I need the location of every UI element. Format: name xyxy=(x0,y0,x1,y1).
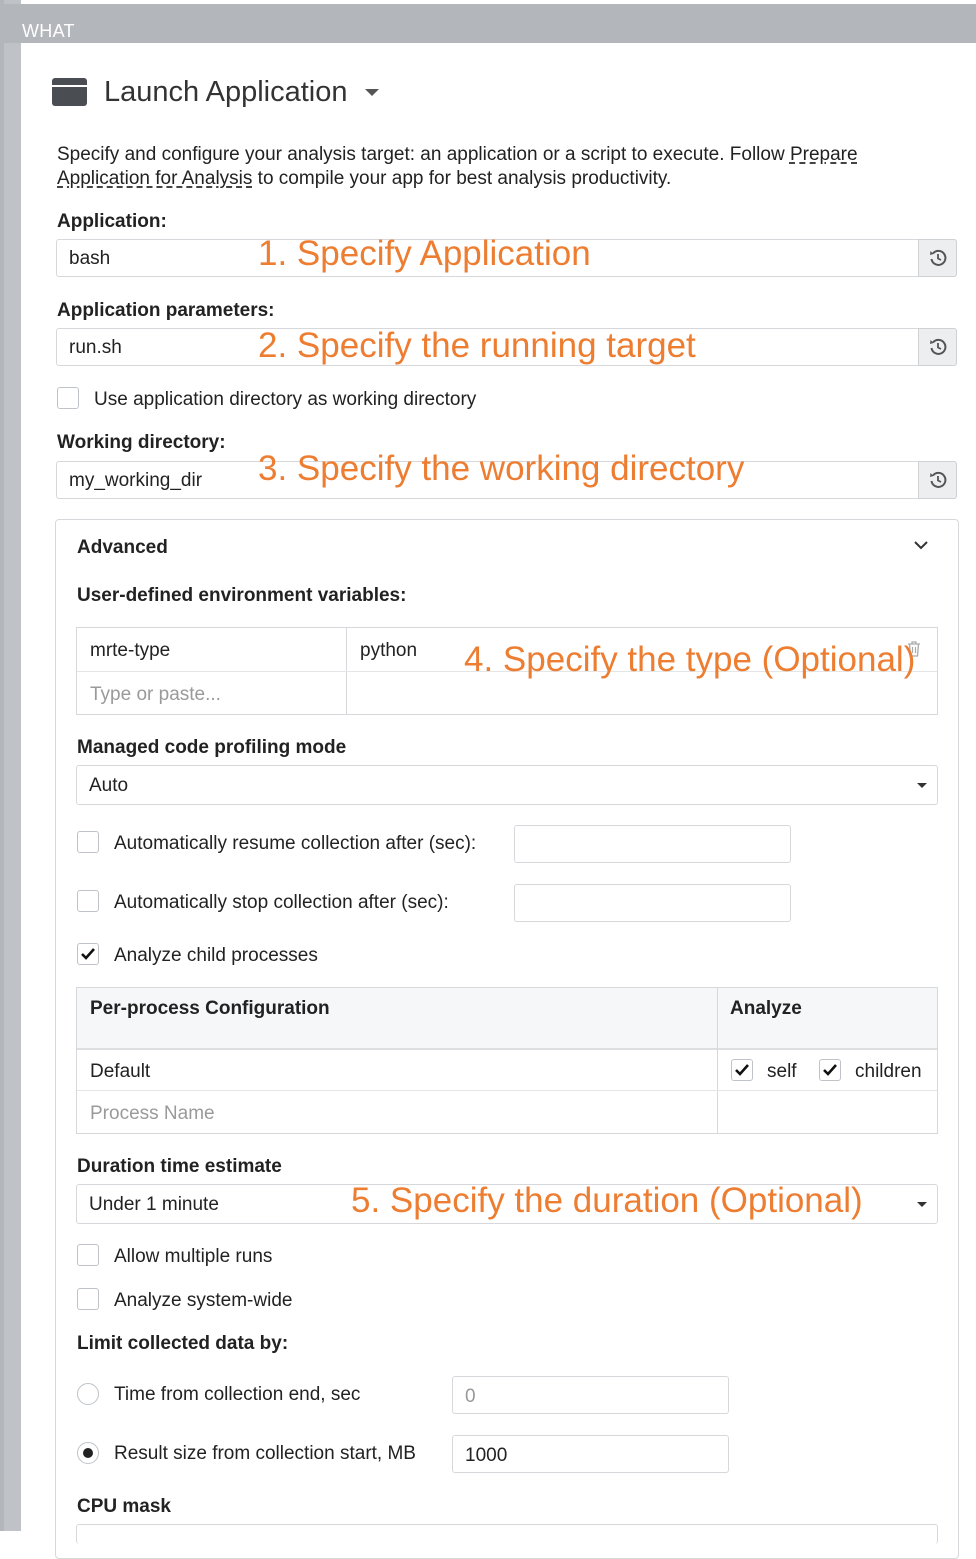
chevron-down-icon[interactable] xyxy=(365,88,380,96)
auto-resume-input[interactable] xyxy=(514,825,791,863)
allow-multiple-label: Allow multiple runs xyxy=(114,1246,273,1267)
check-icon xyxy=(735,1064,749,1076)
limit-time-input[interactable]: 0 xyxy=(452,1376,729,1414)
caret-down-icon xyxy=(917,1202,927,1207)
env-var-name[interactable]: mrte-type xyxy=(90,640,170,662)
analyze-child-checkbox[interactable] xyxy=(77,943,99,965)
self-label: self xyxy=(767,1061,797,1082)
managed-mode-label: Managed code profiling mode xyxy=(77,737,347,758)
check-icon xyxy=(823,1064,837,1076)
use-app-dir-label: Use application directory as working dir… xyxy=(94,389,477,410)
section-left-bar xyxy=(0,0,21,1531)
self-checkbox[interactable] xyxy=(731,1059,753,1081)
configuration-title[interactable]: Launch Application xyxy=(52,72,380,112)
children-label: children xyxy=(855,1061,922,1082)
process-name-input[interactable]: Process Name xyxy=(90,1103,215,1125)
chevron-down-icon[interactable] xyxy=(913,539,929,551)
section-label: WHAT xyxy=(22,21,75,41)
caret-down-icon xyxy=(917,783,927,788)
annotation-1: 1. Specify Application xyxy=(258,234,591,273)
col-header-config: Per-process Configuration xyxy=(90,998,330,1019)
app-params-label: Application parameters: xyxy=(57,300,275,321)
auto-stop-label: Automatically stop collection after (sec… xyxy=(114,892,449,913)
annotation-3: 3. Specify the working directory xyxy=(258,449,745,488)
check-icon xyxy=(81,948,95,960)
reset-application-button[interactable] xyxy=(918,239,957,277)
use-app-dir-checkbox[interactable] xyxy=(57,387,79,409)
auto-stop-input[interactable] xyxy=(514,884,791,922)
working-dir-label: Working directory: xyxy=(57,432,226,453)
history-icon xyxy=(929,249,946,266)
description: Specify and configure your analysis targ… xyxy=(57,144,858,189)
history-icon xyxy=(929,338,946,355)
env-var-new-input[interactable]: Type or paste... xyxy=(90,684,221,706)
col-header-analyze: Analyze xyxy=(730,998,802,1019)
system-wide-checkbox[interactable] xyxy=(77,1288,99,1310)
system-wide-label: Analyze system-wide xyxy=(114,1290,293,1311)
application-label: Application: xyxy=(57,211,167,232)
cpu-mask-label: CPU mask xyxy=(77,1496,171,1517)
reset-params-button[interactable] xyxy=(918,328,957,366)
limit-size-input[interactable]: 1000 xyxy=(452,1435,729,1473)
limit-label: Limit collected data by: xyxy=(77,1333,289,1354)
history-icon xyxy=(929,471,946,488)
application-window-icon xyxy=(52,78,87,106)
limit-time-radio[interactable] xyxy=(77,1383,99,1405)
annotation-5: 5. Specify the duration (Optional) xyxy=(351,1181,863,1220)
limit-size-label: Result size from collection start, MB xyxy=(114,1443,416,1464)
env-vars-label: User-defined environment variables: xyxy=(77,585,407,606)
section-header-bar xyxy=(4,4,976,43)
limit-time-label: Time from collection end, sec xyxy=(114,1384,361,1405)
advanced-title[interactable]: Advanced xyxy=(77,537,168,559)
auto-resume-checkbox[interactable] xyxy=(77,831,99,853)
limit-size-radio[interactable] xyxy=(77,1442,99,1464)
page-title: Launch Application xyxy=(104,75,348,108)
row-default-name: Default xyxy=(90,1061,151,1082)
reset-working-dir-button[interactable] xyxy=(918,461,957,499)
annotation-4: 4. Specify the type (Optional) xyxy=(464,640,916,679)
duration-label: Duration time estimate xyxy=(77,1156,282,1177)
per-process-table: Per-process Configuration Analyze Defaul… xyxy=(76,987,938,1134)
managed-mode-select[interactable]: Auto xyxy=(76,765,938,805)
children-checkbox[interactable] xyxy=(819,1059,841,1081)
analyze-child-label: Analyze child processes xyxy=(114,945,318,966)
env-var-value[interactable]: python xyxy=(360,640,417,662)
auto-stop-checkbox[interactable] xyxy=(77,890,99,912)
allow-multiple-checkbox[interactable] xyxy=(77,1244,99,1266)
cpu-mask-input[interactable] xyxy=(76,1524,938,1544)
annotation-2: 2. Specify the running target xyxy=(258,326,696,365)
auto-resume-label: Automatically resume collection after (s… xyxy=(114,833,477,854)
